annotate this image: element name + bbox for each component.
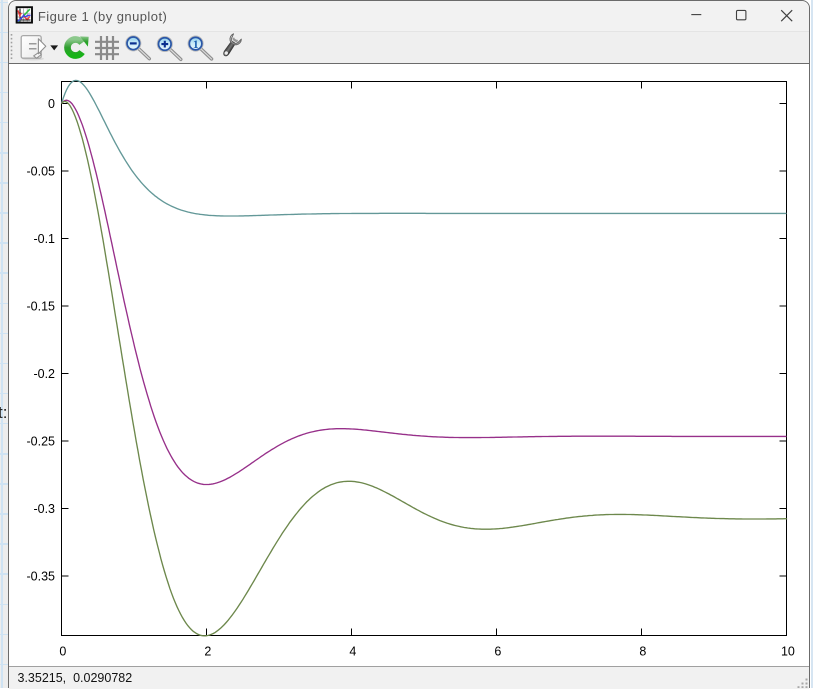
svg-text:0: 0 <box>48 97 55 111</box>
svg-text:4: 4 <box>349 645 356 659</box>
svg-text:-0.05: -0.05 <box>27 164 56 178</box>
svg-text:-0.2: -0.2 <box>33 367 55 381</box>
svg-text:-0.25: -0.25 <box>27 434 56 448</box>
svg-text:2: 2 <box>204 645 211 659</box>
svg-text:-0.15: -0.15 <box>27 299 56 313</box>
svg-text:1: 1 <box>193 39 199 51</box>
svg-text:8: 8 <box>639 645 646 659</box>
svg-text:10: 10 <box>781 645 795 659</box>
svg-text:6: 6 <box>494 645 501 659</box>
svg-text:0: 0 <box>59 645 66 659</box>
svg-text:-0.35: -0.35 <box>27 569 56 583</box>
svg-text:-0.3: -0.3 <box>33 502 55 516</box>
svg-text:-0.1: -0.1 <box>33 232 55 246</box>
